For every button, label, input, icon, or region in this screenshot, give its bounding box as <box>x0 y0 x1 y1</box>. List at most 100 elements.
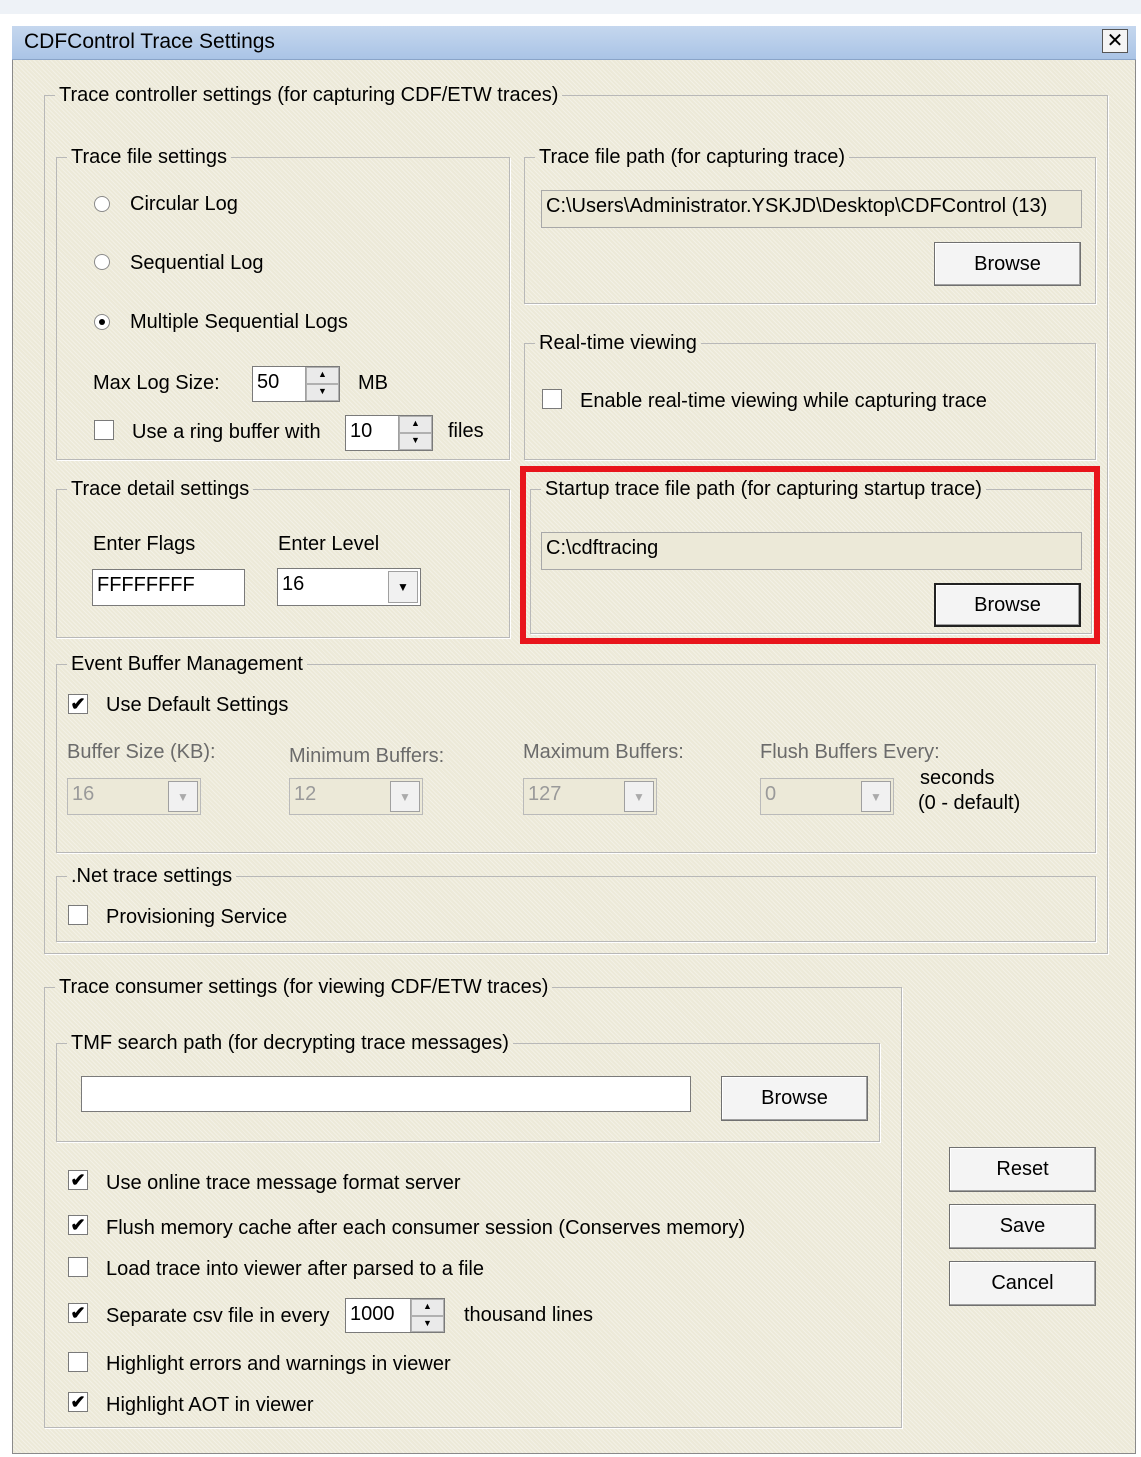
buffer-size-select[interactable]: 16 ▼ <box>67 778 201 815</box>
provisioning-label: Provisioning Service <box>106 906 288 928</box>
realtime-label: Enable real-time viewing while capturing… <box>580 390 987 412</box>
use-default-label: Use Default Settings <box>106 694 289 716</box>
provisioning-checkbox[interactable] <box>68 905 88 925</box>
level-label: Enter Level <box>278 533 380 555</box>
sequential-log-label: Sequential Log <box>130 252 264 274</box>
check-icon: ✔ <box>70 694 86 714</box>
chevron-down-icon[interactable]: ▼ <box>388 571 418 603</box>
separate-csv-value: 1000 <box>350 1303 395 1325</box>
spin-up-icon[interactable]: ▲ <box>306 367 339 384</box>
seconds-label: seconds <box>920 767 995 789</box>
realtime-checkbox[interactable] <box>542 389 562 409</box>
max-buffers-value: 127 <box>528 783 562 805</box>
cancel-label: Cancel <box>991 1272 1054 1294</box>
level-select[interactable]: 16 ▼ <box>277 568 421 606</box>
trace-file-path-value: C:\Users\Administrator.YSKJD\Desktop\CDF… <box>546 195 1048 217</box>
buffer-size-value: 16 <box>72 783 95 805</box>
title-bar[interactable]: CDFControl Trace Settings ✕ <box>12 26 1136 60</box>
save-button[interactable]: Save <box>949 1204 1096 1249</box>
trace-file-path-field[interactable]: C:\Users\Administrator.YSKJD\Desktop\CDF… <box>541 190 1082 228</box>
ring-buffer-label: Use a ring buffer with <box>132 421 321 443</box>
spin-down-icon[interactable]: ▼ <box>399 433 432 450</box>
load-trace-checkbox[interactable] <box>68 1257 88 1277</box>
highlight-aot-checkbox[interactable]: ✔ <box>68 1392 88 1412</box>
file-path-legend: Trace file path (for capturing trace) <box>539 146 846 168</box>
load-trace-label: Load trace into viewer after parsed to a… <box>106 1258 484 1280</box>
tmf-browse-button[interactable]: Browse <box>721 1076 868 1121</box>
max-log-size-value: 50 <box>257 371 280 393</box>
highlight-errors-checkbox[interactable] <box>68 1352 88 1372</box>
browse-label: Browse <box>974 253 1041 275</box>
tmf-legend: TMF search path (for decrypting trace me… <box>71 1032 509 1054</box>
online-format-label: Use online trace message format server <box>106 1172 461 1194</box>
reset-label: Reset <box>996 1158 1049 1180</box>
tmf-path-input[interactable] <box>81 1076 691 1112</box>
use-default-checkbox[interactable]: ✔ <box>68 694 88 714</box>
detail-legend: Trace detail settings <box>71 478 250 500</box>
flush-cache-checkbox[interactable]: ✔ <box>68 1215 88 1235</box>
check-icon: ✔ <box>70 1392 86 1412</box>
highlight-aot-label: Highlight AOT in viewer <box>106 1394 314 1416</box>
cancel-button[interactable]: Cancel <box>949 1261 1096 1306</box>
flags-input[interactable]: FFFFFFFF <box>92 569 245 606</box>
flush-every-select[interactable]: 0 ▼ <box>760 778 894 815</box>
browse-label: Browse <box>761 1087 828 1109</box>
buffer-size-label: Buffer Size (KB): <box>67 741 216 763</box>
check-icon: ✔ <box>70 1303 86 1323</box>
close-icon: ✕ <box>1106 30 1124 52</box>
chevron-down-icon[interactable]: ▼ <box>624 781 654 812</box>
save-label: Save <box>999 1215 1046 1237</box>
multiple-logs-radio[interactable] <box>94 314 110 330</box>
flags-label: Enter Flags <box>93 533 196 555</box>
realtime-legend: Real-time viewing <box>539 332 697 354</box>
net-legend: .Net trace settings <box>71 865 233 887</box>
highlight-box <box>520 466 1100 644</box>
buffer-legend: Event Buffer Management <box>71 653 303 675</box>
chevron-down-icon[interactable]: ▼ <box>168 781 198 812</box>
flags-value: FFFFFFFF <box>97 574 195 596</box>
separate-csv-label: Separate csv file in every <box>106 1305 330 1327</box>
close-button[interactable]: ✕ <box>1102 29 1128 53</box>
min-buffers-label: Minimum Buffers: <box>289 745 445 767</box>
max-log-unit: MB <box>358 372 388 394</box>
flush-every-value: 0 <box>765 783 777 805</box>
reset-button[interactable]: Reset <box>949 1147 1096 1192</box>
separate-csv-checkbox[interactable]: ✔ <box>68 1303 88 1323</box>
controller-legend: Trace controller settings (for capturing… <box>59 84 559 106</box>
min-buffers-select[interactable]: 12 ▼ <box>289 778 423 815</box>
circular-log-label: Circular Log <box>130 193 238 215</box>
window-title: CDFControl Trace Settings <box>24 30 275 53</box>
check-icon: ✔ <box>70 1170 86 1190</box>
flush-cache-label: Flush memory cache after each consumer s… <box>106 1217 746 1239</box>
spin-down-icon[interactable]: ▼ <box>411 1315 444 1332</box>
sequential-log-radio[interactable] <box>94 254 110 270</box>
spin-up-icon[interactable]: ▲ <box>399 416 432 433</box>
trace-file-browse-button[interactable]: Browse <box>934 242 1081 286</box>
net-group: .Net trace settings <box>56 865 1096 942</box>
ring-buffer-checkbox[interactable] <box>94 420 114 440</box>
file-settings-group: Trace file settings <box>56 146 510 460</box>
max-buffers-select[interactable]: 127 ▼ <box>523 778 657 815</box>
ring-buffer-spinner[interactable]: ▲ ▼ <box>398 416 432 450</box>
online-format-checkbox[interactable]: ✔ <box>68 1170 88 1190</box>
highlight-errors-label: Highlight errors and warnings in viewer <box>106 1353 451 1375</box>
max-buffers-label: Maximum Buffers: <box>523 741 684 763</box>
separate-csv-spinner[interactable]: ▲ ▼ <box>410 1299 444 1332</box>
check-icon: ✔ <box>70 1215 86 1235</box>
detail-group: Trace detail settings <box>56 478 510 638</box>
chevron-down-icon[interactable]: ▼ <box>861 781 891 812</box>
circular-log-radio[interactable] <box>94 196 110 212</box>
max-log-size-label: Max Log Size: <box>93 372 220 394</box>
min-buffers-value: 12 <box>294 783 317 805</box>
separate-csv-unit: thousand lines <box>464 1304 593 1326</box>
ring-buffer-value: 10 <box>350 420 373 442</box>
spin-up-icon[interactable]: ▲ <box>411 1299 444 1316</box>
spin-down-icon[interactable]: ▼ <box>306 384 339 401</box>
chevron-down-icon[interactable]: ▼ <box>390 781 420 812</box>
level-value: 16 <box>282 573 305 595</box>
ring-buffer-unit: files <box>448 420 484 442</box>
top-strip <box>0 0 1141 14</box>
max-log-size-spinner[interactable]: ▲ ▼ <box>305 367 339 401</box>
flush-default-note: (0 - default) <box>918 792 1021 814</box>
multiple-logs-label: Multiple Sequential Logs <box>130 311 348 333</box>
